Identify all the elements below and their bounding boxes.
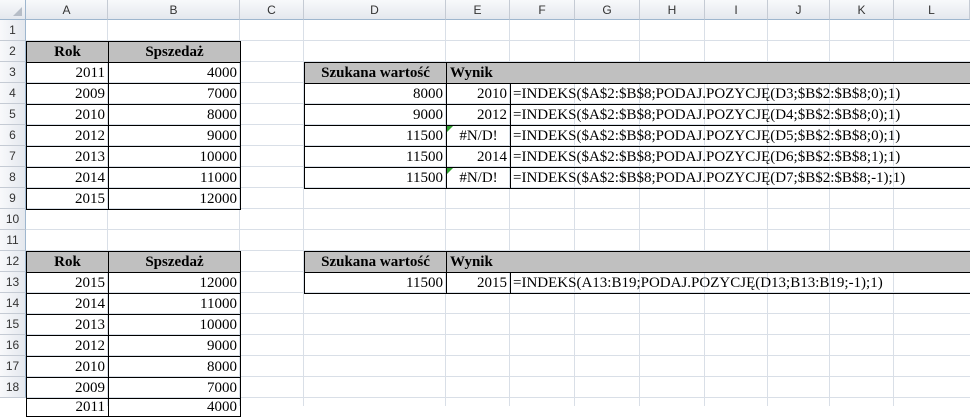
- lookup1-result-cell[interactable]: #N/D!: [446, 167, 511, 189]
- lookup1-result-cell[interactable]: #N/D!: [446, 125, 511, 147]
- row-header-6[interactable]: 6: [0, 125, 26, 146]
- table2-cell[interactable]: 2014: [26, 293, 109, 315]
- spreadsheet-grid[interactable]: A B C D E F G H I J K L 1 2 3 4 5 6 7 8 9 10 11 12 13 14 15 16 17 18 R…: [0, 0, 970, 417]
- column-header-c[interactable]: C: [240, 0, 304, 20]
- lookup1-formula-cell[interactable]: =INDEKS($A$2:$B$8;PODAJ.POZYCJĘ(D5;$B$2:…: [510, 125, 970, 147]
- table2-cell[interactable]: 9000: [108, 335, 241, 357]
- table1-cell[interactable]: 2015: [26, 188, 109, 210]
- table1-cell[interactable]: 9000: [108, 125, 241, 147]
- lookup1-search-value-cell[interactable]: 9000: [304, 104, 447, 126]
- column-header-k[interactable]: K: [830, 0, 894, 20]
- table2-header: Spszedaż: [108, 251, 241, 273]
- lookup1-result-cell[interactable]: 2014: [446, 146, 511, 168]
- table2-cell[interactable]: 12000: [108, 272, 241, 294]
- table1-cell[interactable]: 2009: [26, 83, 109, 105]
- lookup1-result-cell[interactable]: 2010: [446, 83, 511, 105]
- lookup1-search-value-cell[interactable]: 11500: [304, 146, 447, 168]
- column-header-i[interactable]: I: [705, 0, 768, 20]
- lookup1-formula-cell[interactable]: =INDEKS($A$2:$B$8;PODAJ.POZYCJĘ(D4;$B$2:…: [510, 104, 970, 126]
- row-header-11[interactable]: 11: [0, 230, 26, 251]
- error-indicator-icon: [447, 126, 453, 132]
- lookup1-formula-cell[interactable]: =INDEKS($A$2:$B$8;PODAJ.POZYCJĘ(D6;$B$2:…: [510, 146, 970, 168]
- row-header-18[interactable]: 18: [0, 377, 26, 398]
- table1-cell[interactable]: 11000: [108, 167, 241, 189]
- column-header-b[interactable]: B: [108, 0, 240, 20]
- table1-cell[interactable]: 10000: [108, 146, 241, 168]
- table1-cell[interactable]: 12000: [108, 188, 241, 210]
- lookup2-search-value-cell[interactable]: 11500: [304, 272, 447, 294]
- row-header-9[interactable]: 9: [0, 188, 26, 209]
- row-header-8[interactable]: 8: [0, 167, 26, 188]
- table2-cell[interactable]: 4000: [108, 398, 241, 417]
- table2-cell[interactable]: 10000: [108, 314, 241, 336]
- column-header-a[interactable]: A: [26, 0, 108, 20]
- table2-cell[interactable]: 2011: [26, 398, 109, 417]
- row-header-15[interactable]: 15: [0, 314, 26, 335]
- row-header-17[interactable]: 17: [0, 356, 26, 377]
- table2-cell[interactable]: 2012: [26, 335, 109, 357]
- row-header-5[interactable]: 5: [0, 104, 26, 125]
- row-header-1[interactable]: 1: [0, 20, 26, 41]
- error-indicator-icon: [447, 168, 453, 174]
- row-header-2[interactable]: 2: [0, 41, 26, 62]
- lookup2-header-search-value: Szukana wartość: [304, 251, 447, 273]
- lookup1-header-result: Wynik: [446, 62, 970, 84]
- lookup1-formula-cell[interactable]: =INDEKS($A$2:$B$8;PODAJ.POZYCJĘ(D7;$B$2:…: [510, 167, 970, 189]
- row-header-13[interactable]: 13: [0, 272, 26, 293]
- lookup1-formula-cell[interactable]: =INDEKS($A$2:$B$8;PODAJ.POZYCJĘ(D3;$B$2:…: [510, 83, 970, 105]
- table1-cell[interactable]: 4000: [108, 62, 241, 84]
- lookup1-search-value-cell[interactable]: 11500: [304, 125, 447, 147]
- table2-cell[interactable]: 2013: [26, 314, 109, 336]
- column-header-g[interactable]: G: [575, 0, 640, 20]
- gridline-horizontal: [26, 229, 970, 230]
- row-header-3[interactable]: 3: [0, 62, 26, 83]
- table2-cell[interactable]: 2015: [26, 272, 109, 294]
- table1-cell[interactable]: 2014: [26, 167, 109, 189]
- row-header-7[interactable]: 7: [0, 146, 26, 167]
- lookup1-search-value-cell[interactable]: 11500: [304, 167, 447, 189]
- row-header-16[interactable]: 16: [0, 335, 26, 356]
- table2-cell[interactable]: 11000: [108, 293, 241, 315]
- column-header-f[interactable]: F: [510, 0, 575, 20]
- table1-cell[interactable]: 2010: [26, 104, 109, 126]
- column-header-l[interactable]: L: [894, 0, 970, 20]
- row-header-14[interactable]: 14: [0, 293, 26, 314]
- lookup1-header-search-value: Szukana wartość: [304, 62, 447, 84]
- table1-cell[interactable]: 7000: [108, 83, 241, 105]
- lookup1-result-cell[interactable]: 2012: [446, 104, 511, 126]
- row-header-4[interactable]: 4: [0, 83, 26, 104]
- table2-header: Rok: [26, 251, 109, 273]
- row-header-12[interactable]: 12: [0, 251, 26, 272]
- lookup2-result-cell[interactable]: 2015: [446, 272, 511, 294]
- lookup1-search-value-cell[interactable]: 8000: [304, 83, 447, 105]
- table1-cell[interactable]: 2011: [26, 62, 109, 84]
- table1-header: Rok: [26, 41, 109, 63]
- table2-cell[interactable]: 2010: [26, 356, 109, 378]
- lookup2-header-result: Wynik: [446, 251, 970, 273]
- row-header-10[interactable]: 10: [0, 209, 26, 230]
- table2-cell[interactable]: 2009: [26, 377, 109, 399]
- table2-cell[interactable]: 7000: [108, 377, 241, 399]
- lookup2-formula-cell[interactable]: =INDEKS(A13:B19;PODAJ.POZYCJĘ(D13;B13:B1…: [510, 272, 970, 294]
- table2-cell[interactable]: 8000: [108, 356, 241, 378]
- column-header-e[interactable]: E: [446, 0, 510, 20]
- column-header-d[interactable]: D: [304, 0, 446, 20]
- table1-cell[interactable]: 2013: [26, 146, 109, 168]
- column-header-h[interactable]: H: [640, 0, 705, 20]
- table1-cell[interactable]: 2012: [26, 125, 109, 147]
- select-all-corner[interactable]: [0, 0, 26, 20]
- column-header-j[interactable]: J: [768, 0, 830, 20]
- table1-cell[interactable]: 8000: [108, 104, 241, 126]
- table1-header: Spszedaż: [108, 41, 241, 63]
